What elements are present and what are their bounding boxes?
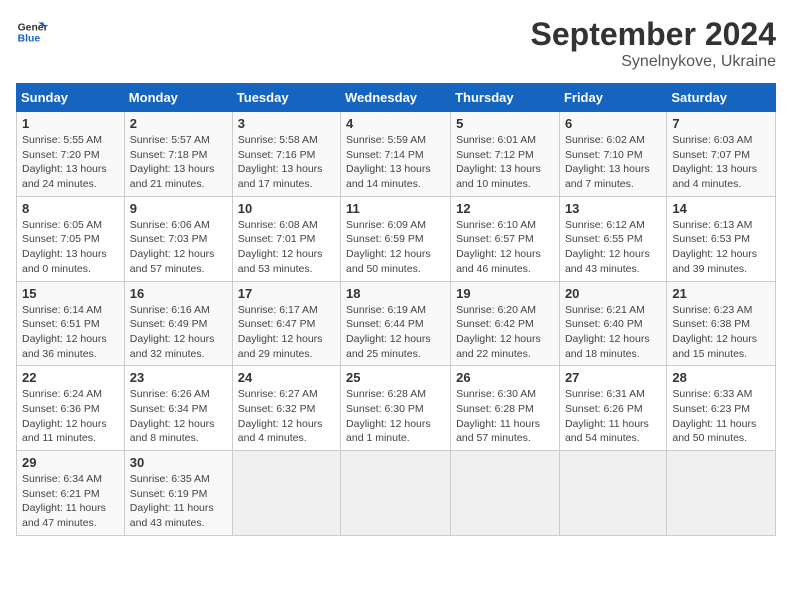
day-11: 11Sunrise: 6:09 AMSunset: 6:59 PMDayligh… bbox=[341, 196, 451, 281]
empty-cell bbox=[451, 451, 560, 536]
day-10: 10Sunrise: 6:08 AMSunset: 7:01 PMDayligh… bbox=[232, 196, 340, 281]
day-17: 17Sunrise: 6:17 AMSunset: 6:47 PMDayligh… bbox=[232, 281, 340, 366]
day-24: 24Sunrise: 6:27 AMSunset: 6:32 PMDayligh… bbox=[232, 366, 340, 451]
logo: General Blue bbox=[16, 16, 48, 48]
calendar-week-1: 1Sunrise: 5:55 AMSunset: 7:20 PMDaylight… bbox=[17, 112, 776, 197]
calendar-header-row: Sunday Monday Tuesday Wednesday Thursday… bbox=[17, 84, 776, 112]
day-30: 30Sunrise: 6:35 AMSunset: 6:19 PMDayligh… bbox=[124, 451, 232, 536]
day-12: 12Sunrise: 6:10 AMSunset: 6:57 PMDayligh… bbox=[451, 196, 560, 281]
empty-cell bbox=[667, 451, 776, 536]
day-2: 2Sunrise: 5:57 AMSunset: 7:18 PMDaylight… bbox=[124, 112, 232, 197]
col-saturday: Saturday bbox=[667, 84, 776, 112]
day-18: 18Sunrise: 6:19 AMSunset: 6:44 PMDayligh… bbox=[341, 281, 451, 366]
svg-text:Blue: Blue bbox=[18, 34, 41, 45]
page-header: General Blue September 2024 Synelnykove,… bbox=[16, 16, 776, 71]
day-7: 7Sunrise: 6:03 AMSunset: 7:07 PMDaylight… bbox=[667, 112, 776, 197]
day-9: 9Sunrise: 6:06 AMSunset: 7:03 PMDaylight… bbox=[124, 196, 232, 281]
day-5: 5Sunrise: 6:01 AMSunset: 7:12 PMDaylight… bbox=[451, 112, 560, 197]
day-20: 20Sunrise: 6:21 AMSunset: 6:40 PMDayligh… bbox=[559, 281, 666, 366]
day-13: 13Sunrise: 6:12 AMSunset: 6:55 PMDayligh… bbox=[559, 196, 666, 281]
col-wednesday: Wednesday bbox=[341, 84, 451, 112]
col-friday: Friday bbox=[559, 84, 666, 112]
empty-cell bbox=[559, 451, 666, 536]
empty-cell bbox=[341, 451, 451, 536]
day-21: 21Sunrise: 6:23 AMSunset: 6:38 PMDayligh… bbox=[667, 281, 776, 366]
day-26: 26Sunrise: 6:30 AMSunset: 6:28 PMDayligh… bbox=[451, 366, 560, 451]
day-4: 4Sunrise: 5:59 AMSunset: 7:14 PMDaylight… bbox=[341, 112, 451, 197]
day-28: 28Sunrise: 6:33 AMSunset: 6:23 PMDayligh… bbox=[667, 366, 776, 451]
day-19: 19Sunrise: 6:20 AMSunset: 6:42 PMDayligh… bbox=[451, 281, 560, 366]
col-monday: Monday bbox=[124, 84, 232, 112]
col-tuesday: Tuesday bbox=[232, 84, 340, 112]
day-6: 6Sunrise: 6:02 AMSunset: 7:10 PMDaylight… bbox=[559, 112, 666, 197]
col-thursday: Thursday bbox=[451, 84, 560, 112]
calendar-week-3: 15Sunrise: 6:14 AMSunset: 6:51 PMDayligh… bbox=[17, 281, 776, 366]
logo-icon: General Blue bbox=[16, 16, 48, 48]
day-25: 25Sunrise: 6:28 AMSunset: 6:30 PMDayligh… bbox=[341, 366, 451, 451]
day-3: 3Sunrise: 5:58 AMSunset: 7:16 PMDaylight… bbox=[232, 112, 340, 197]
calendar-week-5: 29Sunrise: 6:34 AMSunset: 6:21 PMDayligh… bbox=[17, 451, 776, 536]
calendar-week-4: 22Sunrise: 6:24 AMSunset: 6:36 PMDayligh… bbox=[17, 366, 776, 451]
day-29: 29Sunrise: 6:34 AMSunset: 6:21 PMDayligh… bbox=[17, 451, 125, 536]
month-title: September 2024 bbox=[531, 16, 776, 53]
col-sunday: Sunday bbox=[17, 84, 125, 112]
day-14: 14Sunrise: 6:13 AMSunset: 6:53 PMDayligh… bbox=[667, 196, 776, 281]
day-8: 8Sunrise: 6:05 AMSunset: 7:05 PMDaylight… bbox=[17, 196, 125, 281]
day-15: 15Sunrise: 6:14 AMSunset: 6:51 PMDayligh… bbox=[17, 281, 125, 366]
day-23: 23Sunrise: 6:26 AMSunset: 6:34 PMDayligh… bbox=[124, 366, 232, 451]
day-27: 27Sunrise: 6:31 AMSunset: 6:26 PMDayligh… bbox=[559, 366, 666, 451]
day-16: 16Sunrise: 6:16 AMSunset: 6:49 PMDayligh… bbox=[124, 281, 232, 366]
calendar-week-2: 8Sunrise: 6:05 AMSunset: 7:05 PMDaylight… bbox=[17, 196, 776, 281]
day-1: 1Sunrise: 5:55 AMSunset: 7:20 PMDaylight… bbox=[17, 112, 125, 197]
calendar-table: Sunday Monday Tuesday Wednesday Thursday… bbox=[16, 83, 776, 536]
day-22: 22Sunrise: 6:24 AMSunset: 6:36 PMDayligh… bbox=[17, 366, 125, 451]
empty-cell bbox=[232, 451, 340, 536]
location-subtitle: Synelnykove, Ukraine bbox=[531, 53, 776, 71]
title-block: September 2024 Synelnykove, Ukraine bbox=[531, 16, 776, 71]
